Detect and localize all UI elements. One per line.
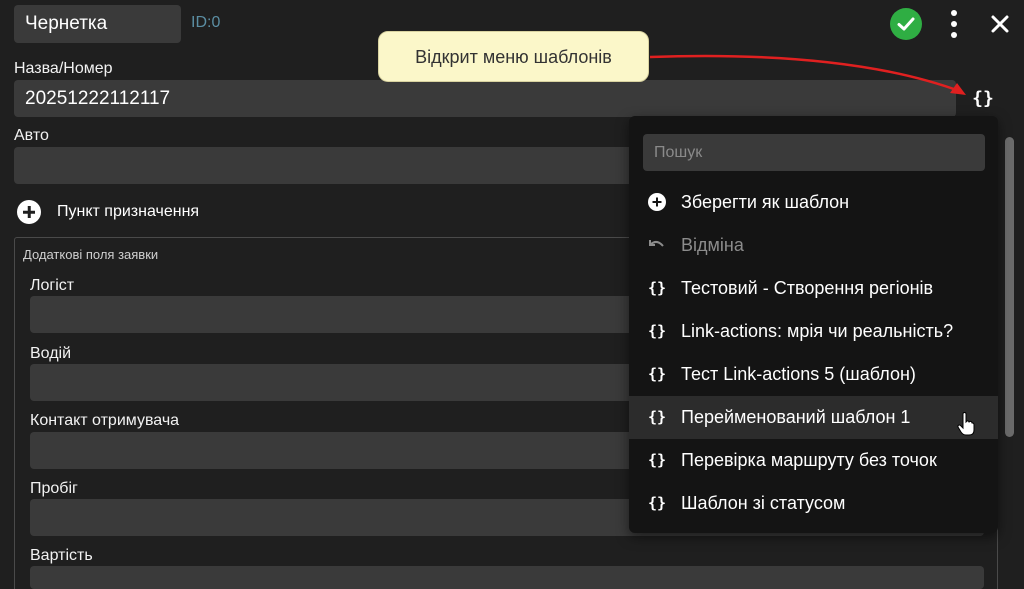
- more-options-button[interactable]: [944, 10, 964, 38]
- template-item-label: Шаблон зі статусом: [681, 493, 846, 513]
- status-field[interactable]: Чернетка: [14, 5, 181, 43]
- extra-fields-title: Додаткові поля заявки: [23, 247, 159, 262]
- cost-label: Вартість: [30, 547, 93, 564]
- add-circle-icon: [17, 200, 41, 224]
- template-item[interactable]: {} Шаблон зі статусом: [629, 482, 998, 525]
- template-menu: Зберегти як шаблон Відміна {} Тестовий -…: [629, 116, 998, 533]
- logist-label: Логіст: [30, 277, 75, 294]
- template-braces-icon: {}: [647, 322, 667, 340]
- template-braces-icon: {}: [647, 279, 667, 297]
- auto-label: Авто: [14, 127, 49, 144]
- close-icon: [991, 15, 1009, 33]
- annotation-tooltip: Відкрит меню шаблонів: [378, 31, 649, 82]
- undo-icon: [646, 234, 668, 256]
- recipient-contact-label: Контакт отримувача: [30, 412, 180, 429]
- add-destination-label: Пункт призначення: [57, 203, 200, 220]
- template-braces-icon: {}: [647, 365, 667, 383]
- cost-input[interactable]: [30, 566, 984, 589]
- template-braces-icon: {}: [647, 451, 667, 469]
- template-item[interactable]: {} Тест Link-actions 5 (шаблон): [629, 353, 998, 396]
- template-braces-icon: {}: [647, 408, 667, 426]
- cancel-label: Відміна: [681, 235, 744, 255]
- save-as-template-item[interactable]: Зберегти як шаблон: [629, 181, 998, 224]
- name-input[interactable]: 20251222112117: [14, 80, 956, 117]
- template-item-label: Тест Link-actions 5 (шаблон): [681, 364, 916, 384]
- template-item-hovered[interactable]: {} Перейменований шаблон 1: [629, 396, 998, 439]
- scrollbar[interactable]: [1005, 137, 1014, 437]
- template-item-label: Перейменований шаблон 1: [681, 407, 911, 427]
- add-circle-icon: [646, 191, 668, 213]
- cancel-item[interactable]: Відміна: [629, 224, 998, 267]
- save-as-template-label: Зберегти як шаблон: [681, 192, 850, 212]
- name-label: Назва/Номер: [14, 60, 113, 77]
- template-item-label: Link-actions: мрія чи реальність?: [681, 321, 954, 341]
- hand-cursor-icon: [957, 412, 975, 436]
- template-item-label: Перевірка маршруту без точок: [681, 450, 937, 470]
- mileage-label: Пробіг: [30, 480, 78, 497]
- template-item[interactable]: {} Тестовий - Створення регіонів: [629, 267, 998, 310]
- check-icon: [897, 17, 915, 31]
- template-item[interactable]: {} Перевірка маршруту без точок: [629, 439, 998, 482]
- id-label: ID:0: [191, 14, 221, 31]
- template-braces-icon: {}: [647, 494, 667, 512]
- template-search-input[interactable]: [643, 134, 985, 171]
- more-vertical-icon: [951, 10, 957, 16]
- template-item[interactable]: {} Link-actions: мрія чи реальність?: [629, 310, 998, 353]
- template-item-label: Тестовий - Створення регіонів: [681, 278, 934, 298]
- close-button[interactable]: [989, 13, 1011, 35]
- confirm-button[interactable]: [890, 8, 922, 40]
- driver-label: Водій: [30, 345, 72, 362]
- template-menu-button[interactable]: {}: [968, 86, 998, 112]
